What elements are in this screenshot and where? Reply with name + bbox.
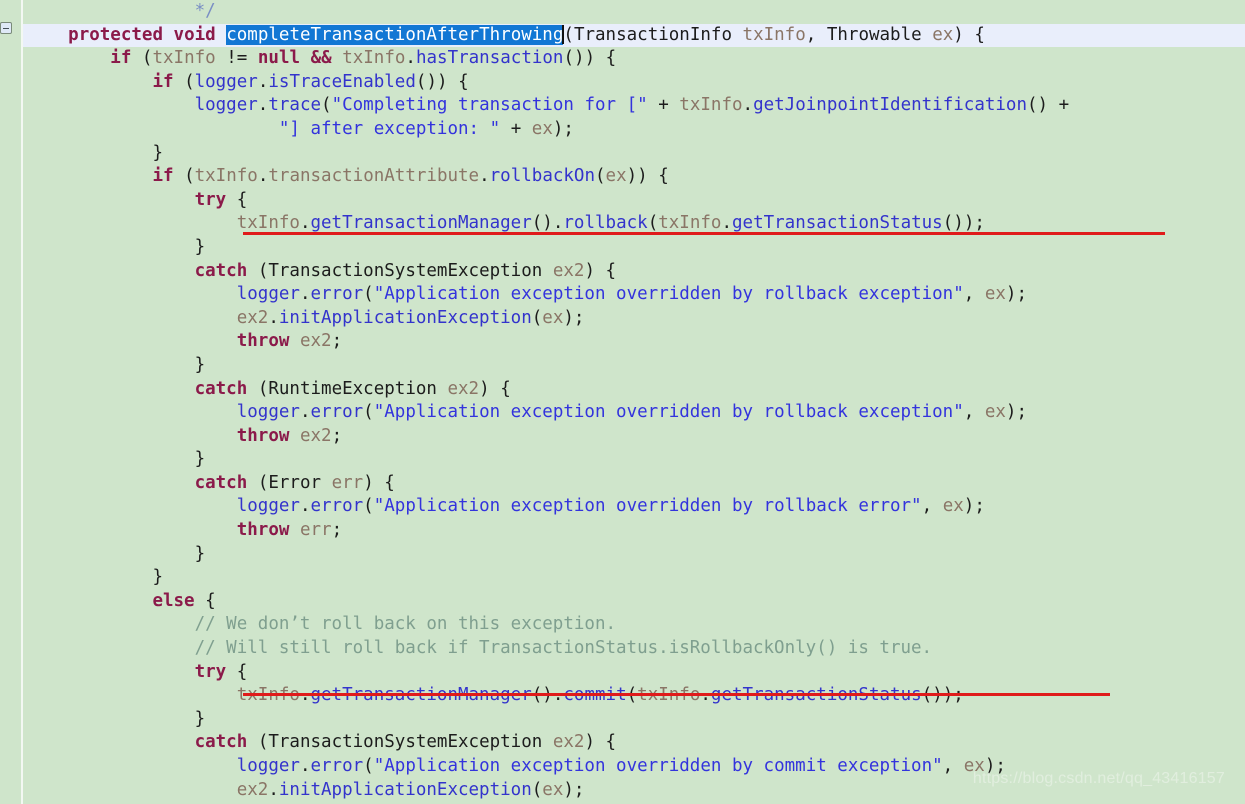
- code-line[interactable]: if (txInfo.transactionAttribute.rollback…: [26, 165, 1245, 189]
- code-line[interactable]: protected void completeTransactionAfterT…: [26, 24, 1245, 48]
- rollback-call-underline: [243, 232, 1165, 235]
- code-line[interactable]: throw ex2;: [26, 425, 1245, 449]
- code-line[interactable]: try {: [26, 189, 1245, 213]
- code-line[interactable]: txInfo.getTransactionManager().commit(tx…: [26, 684, 1245, 708]
- code-line[interactable]: catch (RuntimeException ex2) {: [26, 378, 1245, 402]
- code-line[interactable]: logger.trace("Completing transaction for…: [26, 94, 1245, 118]
- code-line[interactable]: logger.error("Application exception over…: [26, 283, 1245, 307]
- code-line[interactable]: else {: [26, 590, 1245, 614]
- code-line[interactable]: }: [26, 543, 1245, 567]
- code-line[interactable]: "] after exception: " + ex);: [26, 118, 1245, 142]
- code-line[interactable]: catch (TransactionSystemException ex2) {: [26, 260, 1245, 284]
- code-line[interactable]: catch (TransactionSystemException ex2) {: [26, 731, 1245, 755]
- code-line[interactable]: }: [26, 354, 1245, 378]
- code-line[interactable]: // We don’t roll back on this exception.: [26, 613, 1245, 637]
- commit-call-underline: [243, 693, 1110, 696]
- selected-identifier[interactable]: completeTransactionAfterThrowing: [226, 24, 564, 45]
- code-line[interactable]: throw err;: [26, 519, 1245, 543]
- code-line[interactable]: logger.error("Application exception over…: [26, 401, 1245, 425]
- code-text[interactable]: */ protected void completeTransactionAft…: [0, 0, 1245, 804]
- code-line[interactable]: if (logger.isTraceEnabled()) {: [26, 71, 1245, 95]
- code-line[interactable]: ex2.initApplicationException(ex);: [26, 307, 1245, 331]
- code-line[interactable]: }: [26, 236, 1245, 260]
- code-line[interactable]: }: [26, 708, 1245, 732]
- code-line[interactable]: logger.error("Application exception over…: [26, 495, 1245, 519]
- code-line[interactable]: // Will still roll back if TransactionSt…: [26, 637, 1245, 661]
- code-line[interactable]: */: [26, 0, 1245, 24]
- code-line[interactable]: throw ex2;: [26, 330, 1245, 354]
- code-editor-pane[interactable]: */ protected void completeTransactionAft…: [0, 0, 1245, 804]
- watermark-text: https://blog.csdn.net/qq_43416157: [972, 770, 1225, 788]
- code-line[interactable]: catch (Error err) {: [26, 472, 1245, 496]
- code-line[interactable]: }: [26, 448, 1245, 472]
- code-line[interactable]: }: [26, 566, 1245, 590]
- code-line[interactable]: if (txInfo != null && txInfo.hasTransact…: [26, 47, 1245, 71]
- code-line[interactable]: }: [26, 142, 1245, 166]
- collapse-fold-marker-icon[interactable]: [0, 22, 12, 34]
- code-line[interactable]: try {: [26, 661, 1245, 685]
